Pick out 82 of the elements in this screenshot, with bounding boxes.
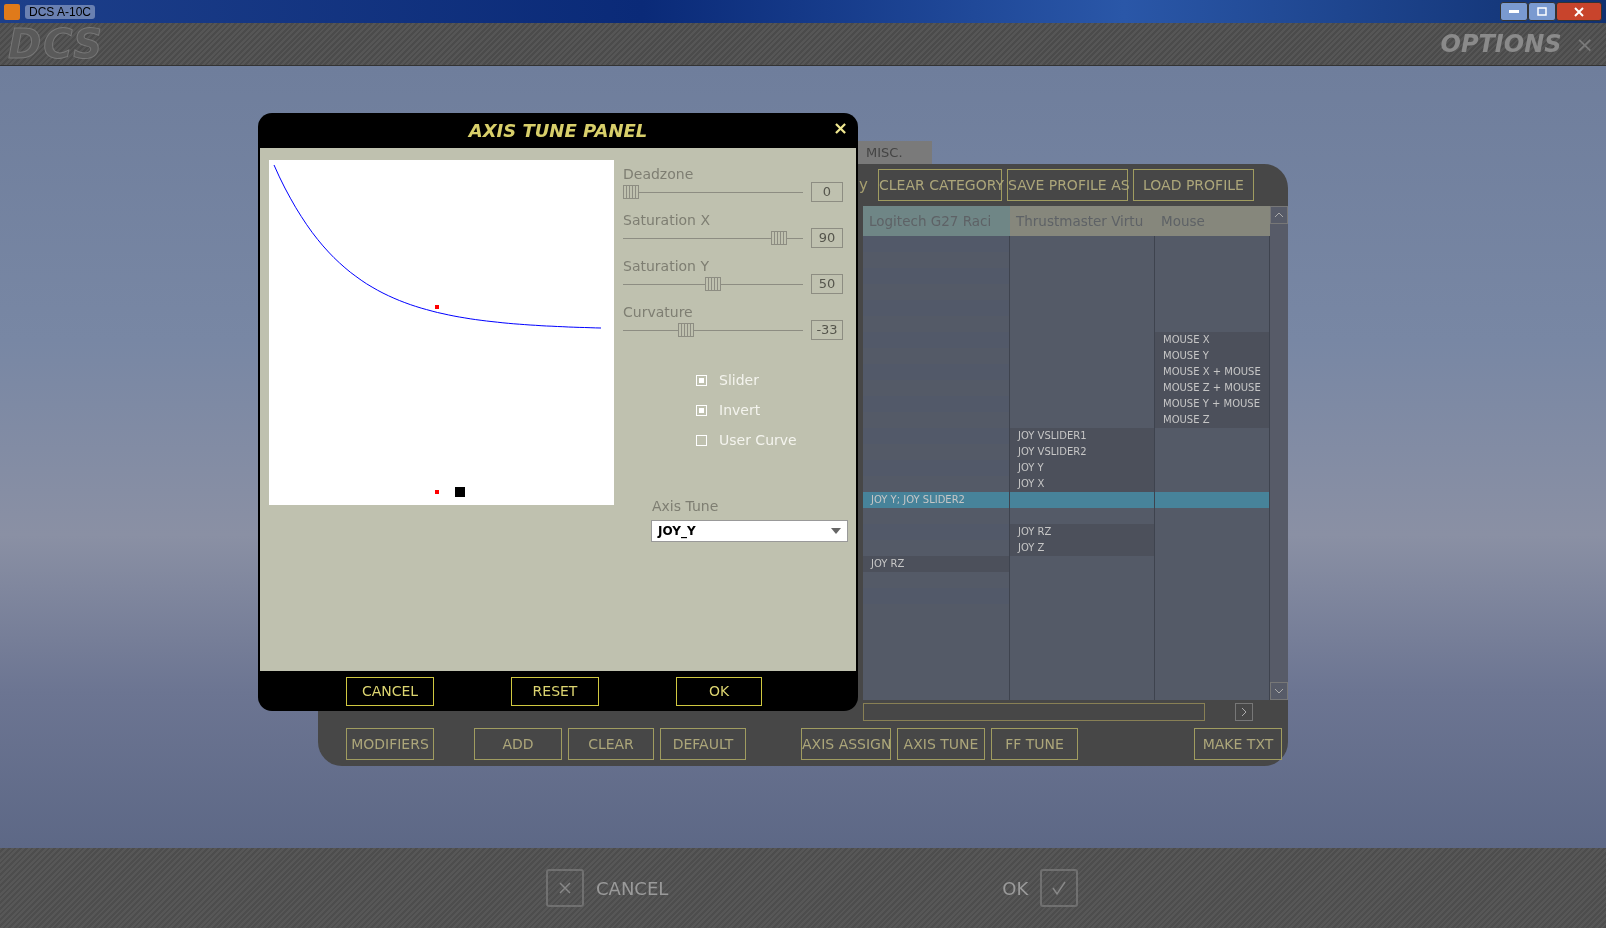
table-cell: JOY VSLIDER1 — [1010, 428, 1155, 444]
value-field[interactable]: -33 — [811, 320, 843, 340]
chevron-down-icon[interactable] — [1274, 688, 1284, 694]
table-cell: JOY RZ — [1010, 524, 1155, 540]
slider-label: Saturation Y — [623, 258, 710, 274]
scroll-right-button[interactable] — [1235, 703, 1253, 721]
caret-icon — [831, 528, 841, 534]
table-row[interactable]: JOY VSLIDER1 — [863, 428, 1270, 444]
checkbox-label: Invert — [719, 402, 761, 418]
table-cell: MOUSE Z + MOUSE — [1155, 380, 1270, 396]
close-button[interactable] — [1556, 2, 1602, 21]
checkbox-label: User Curve — [719, 432, 797, 448]
table-row[interactable]: MOUSE Z + MOUSE — [863, 380, 1270, 396]
table-row[interactable]: JOY RZ — [863, 524, 1270, 540]
checkbox[interactable] — [696, 404, 707, 416]
dialog-button[interactable]: OK — [676, 676, 762, 706]
checkbox[interactable] — [696, 374, 707, 386]
checkbox-label: Slider — [719, 372, 759, 388]
chevron-right-icon — [1241, 707, 1247, 717]
slider-label: Curvature — [623, 304, 694, 320]
table-cell: MOUSE X + MOUSE — [1155, 364, 1270, 380]
field-label: Axis Tune — [652, 498, 720, 514]
page-title: OPTIONS — [1440, 30, 1562, 58]
slider-thumb[interactable] — [623, 185, 639, 199]
axis-dropdown[interactable]: JOY_Y — [651, 520, 848, 542]
value-field[interactable]: 0 — [811, 182, 843, 202]
table-cell: JOY Y; JOY SLIDER2 — [863, 492, 1010, 508]
slider-thumb[interactable] — [770, 231, 787, 245]
close-button[interactable]: × — [832, 117, 848, 138]
panel-button[interactable]: DEFAULT — [660, 728, 746, 760]
app-icon — [4, 3, 20, 20]
minimize-button[interactable] — [1500, 2, 1528, 21]
dialog-title: AXIS TUNE PANEL — [468, 120, 648, 141]
panel-button[interactable]: FF TUNE — [991, 728, 1078, 760]
panel-button[interactable]: ADD — [474, 728, 562, 760]
table-row[interactable]: JOY Y; JOY SLIDER2 — [863, 492, 1270, 508]
table-cell: JOY Y — [1010, 460, 1155, 476]
panel-button[interactable]: AXIS ASSIGN — [801, 728, 891, 760]
table-cell: JOY VSLIDER2 — [1010, 444, 1155, 460]
panel-button[interactable]: MODIFIERS — [346, 728, 434, 760]
slider-thumb[interactable] — [677, 323, 694, 337]
table-cell: MOUSE X — [1155, 332, 1270, 348]
dialog-button[interactable]: CANCEL — [346, 676, 434, 706]
panel-button[interactable]: CLEAR — [568, 728, 654, 760]
slider-label: Saturation X — [623, 212, 712, 228]
maximize-button[interactable] — [1528, 2, 1556, 21]
toolbar-button[interactable]: LOAD PROFILE — [1133, 169, 1254, 201]
table-cell: JOY RZ — [863, 556, 1010, 572]
slider-label: Deadzone — [623, 166, 695, 182]
table-cell: MOUSE Y + MOUSE — [1155, 396, 1270, 412]
table-row[interactable]: JOY RZ — [863, 556, 1270, 572]
table-cell: JOY X — [1010, 476, 1155, 492]
table-row[interactable]: MOUSE X — [863, 332, 1270, 348]
table-row[interactable]: MOUSE Y + MOUSE — [863, 396, 1270, 412]
panel-button[interactable]: MAKE TXT — [1194, 728, 1282, 760]
chevron-up-icon[interactable] — [1274, 212, 1284, 218]
cancel-icon[interactable] — [546, 869, 584, 907]
check-icon[interactable] — [1040, 869, 1079, 907]
table-cell: JOY Z — [1010, 540, 1155, 556]
table-row[interactable]: JOY Y — [863, 460, 1270, 476]
ok-button[interactable]: OK — [1002, 877, 1029, 899]
table-cell: MOUSE Y — [1155, 348, 1270, 364]
cancel-button[interactable]: CANCEL — [596, 877, 669, 899]
vertical-scrollbar[interactable] — [1270, 206, 1288, 700]
button-label: y — [859, 176, 869, 194]
table-row[interactable]: MOUSE Z — [863, 412, 1270, 428]
slider-thumb[interactable] — [705, 277, 721, 291]
close-icon — [1574, 6, 1584, 17]
value-field[interactable]: 50 — [811, 274, 843, 294]
table-row[interactable]: JOY VSLIDER2 — [863, 444, 1270, 460]
horizontal-scrollbar[interactable] — [863, 703, 1205, 721]
table-cell: MOUSE Z — [1155, 412, 1270, 428]
table-row[interactable]: MOUSE Y — [863, 348, 1270, 364]
panel-button[interactable]: AXIS TUNE — [897, 728, 985, 760]
minimize-icon — [1509, 9, 1519, 14]
checkbox[interactable] — [696, 434, 707, 446]
value-field[interactable]: 90 — [811, 228, 843, 248]
dialog-button[interactable]: RESET — [511, 676, 599, 706]
table-row[interactable]: JOY Z — [863, 540, 1270, 556]
window-title: DCS A-10C — [25, 4, 96, 19]
table-row[interactable]: MOUSE X + MOUSE — [863, 364, 1270, 380]
maximize-icon — [1537, 7, 1547, 16]
